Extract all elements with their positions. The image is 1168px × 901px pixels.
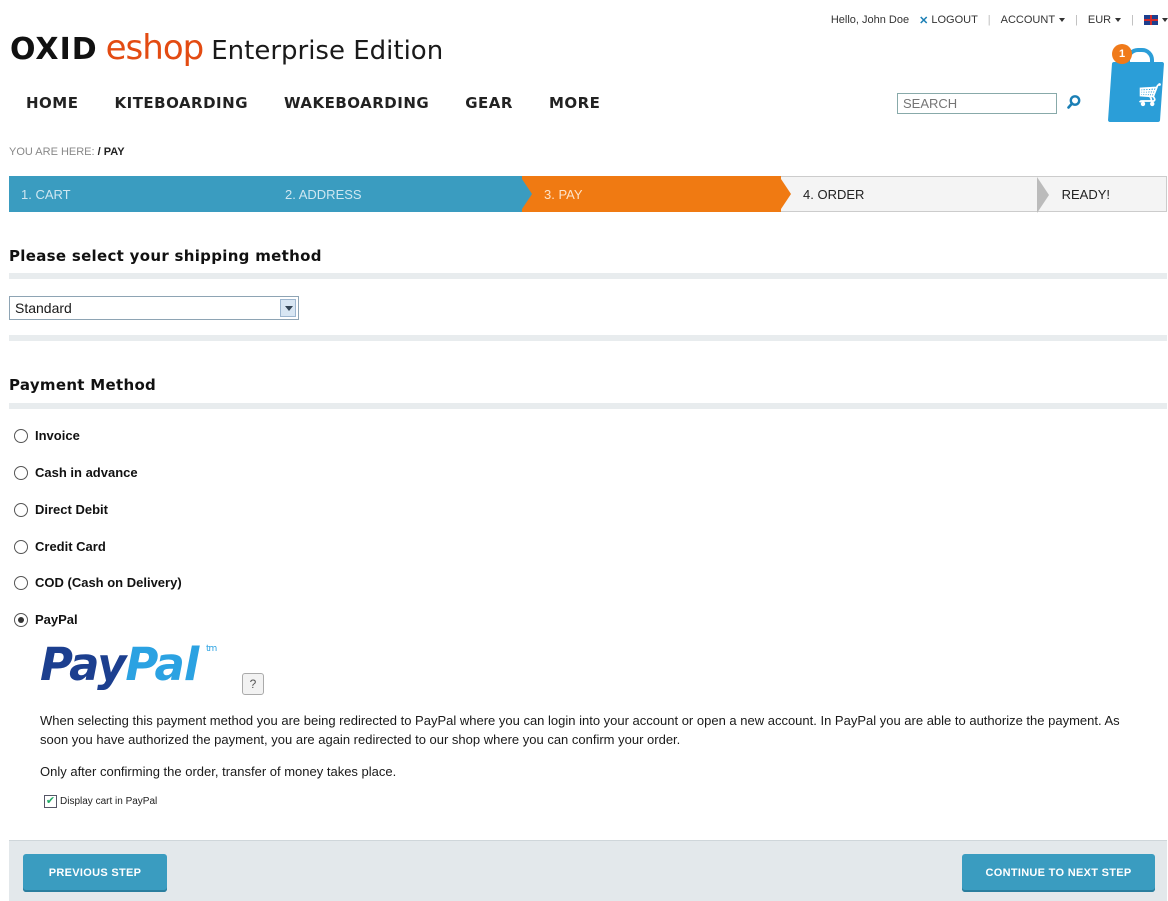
- checkout-steps: 1. CART 2. ADDRESS 3. PAY 4. ORDER READY…: [9, 176, 1167, 213]
- payment-option-label: Invoice: [35, 428, 80, 443]
- paypal-logo: PayPal tm: [40, 638, 217, 691]
- radio-button[interactable]: [14, 539, 28, 554]
- step-label: 1. CART: [21, 186, 71, 202]
- logo-oxid: OXID: [10, 32, 98, 67]
- cart-icon: 🛒︎: [1136, 82, 1164, 107]
- payment-option-cash-in-advance[interactable]: Cash in advance: [14, 465, 138, 480]
- radio-button-selected[interactable]: [14, 612, 28, 627]
- caret-down-icon: [1162, 18, 1168, 23]
- greeting-text: Hello, John Doe: [830, 14, 910, 26]
- nav-item-more[interactable]: MORE: [549, 94, 600, 112]
- step-order: 4. ORDER: [781, 176, 1049, 213]
- step-pay: 3. PAY: [522, 176, 791, 212]
- paypal-description: When selecting this payment method you a…: [40, 713, 1120, 747]
- payment-option-direct-debit[interactable]: Direct Debit: [14, 502, 108, 517]
- paypal-logo-pay: Pay: [40, 638, 126, 691]
- account-label: ACCOUNT: [1000, 14, 1056, 26]
- shopping-cart-button[interactable]: 🛒︎ 1: [1107, 44, 1168, 124]
- nav-item-home[interactable]: HOME: [26, 94, 78, 112]
- main-nav: HOME KITEBOARDING WAKEBOARDING GEAR MORE: [26, 94, 636, 112]
- currency-menu[interactable]: EUR: [1087, 14, 1122, 26]
- language-menu[interactable]: [1144, 14, 1168, 26]
- top-utility-bar: Hello, John Doe ✕ LOGOUT | ACCOUNT | EUR…: [831, 10, 1168, 30]
- logo-eshop: eshop: [105, 28, 205, 68]
- shipping-heading: Please select your shipping method: [9, 247, 322, 265]
- radio-button[interactable]: [14, 465, 28, 480]
- chevron-right-icon: [520, 176, 532, 212]
- chevron-right-icon: [779, 176, 791, 212]
- separator: |: [1075, 14, 1078, 26]
- checkout-footer: PREVIOUS STEP CONTINUE TO NEXT STEP: [9, 840, 1167, 901]
- radio-button[interactable]: [14, 575, 28, 590]
- step-address[interactable]: 2. ADDRESS: [263, 176, 532, 212]
- payment-option-cod[interactable]: COD (Cash on Delivery): [14, 575, 182, 590]
- payment-option-label: PayPal: [35, 612, 78, 627]
- shop-logo[interactable]: OXID eshop Enterprise Edition: [10, 28, 443, 68]
- payment-option-invoice[interactable]: Invoice: [14, 428, 80, 443]
- breadcrumb: YOU ARE HERE: / PAY: [9, 146, 125, 158]
- divider: [9, 273, 1167, 279]
- payment-option-label: COD (Cash on Delivery): [35, 575, 182, 590]
- uk-flag-icon: [1144, 15, 1158, 26]
- chevron-right-icon: [261, 176, 273, 212]
- chevron-down-icon: [280, 299, 296, 317]
- payment-heading: Payment Method: [9, 376, 157, 394]
- separator: |: [1131, 14, 1134, 26]
- payment-option-paypal[interactable]: PayPal: [14, 612, 78, 627]
- shipping-selected-value: Standard: [15, 300, 72, 316]
- payment-option-label: Credit Card: [35, 539, 106, 554]
- shipping-method-select[interactable]: Standard: [9, 296, 299, 320]
- nav-item-kiteboarding[interactable]: KITEBOARDING: [114, 94, 248, 112]
- display-cart-label: Display cart in PayPal: [60, 796, 158, 807]
- step-label: 2. ADDRESS: [285, 186, 362, 202]
- caret-down-icon: [1059, 18, 1066, 23]
- logo-edition: Enterprise Edition: [211, 36, 444, 66]
- step-label: 4. ORDER: [803, 186, 865, 202]
- account-menu[interactable]: ACCOUNT: [1000, 14, 1066, 26]
- step-label: READY!: [1061, 186, 1110, 202]
- paypal-logo-pal: Pal: [125, 638, 199, 691]
- logout-link[interactable]: LOGOUT: [931, 14, 977, 26]
- display-cart-checkbox-row[interactable]: ✔ Display cart in PayPal: [44, 795, 157, 808]
- checkbox-checked[interactable]: ✔: [44, 795, 57, 808]
- payment-option-credit-card[interactable]: Credit Card: [14, 539, 106, 554]
- step-label: 3. PAY: [544, 186, 583, 202]
- step-cart[interactable]: 1. CART: [9, 176, 273, 212]
- breadcrumb-label: YOU ARE HERE:: [9, 146, 95, 158]
- previous-step-button[interactable]: PREVIOUS STEP: [23, 854, 167, 892]
- caret-down-icon: [1115, 18, 1122, 23]
- payment-option-label: Cash in advance: [35, 465, 138, 480]
- close-icon[interactable]: ✕: [919, 14, 928, 27]
- continue-button[interactable]: CONTINUE TO NEXT STEP: [962, 854, 1155, 892]
- currency-label: EUR: [1087, 14, 1112, 26]
- separator: |: [987, 14, 991, 26]
- divider: [9, 403, 1167, 409]
- trademark-mark: tm: [206, 644, 217, 654]
- paypal-note: Only after confirming the order, transfe…: [40, 764, 397, 779]
- radio-button[interactable]: [14, 428, 28, 443]
- divider: [9, 335, 1167, 341]
- search-icon[interactable]: [1066, 94, 1082, 110]
- nav-item-wakeboarding[interactable]: WAKEBOARDING: [284, 94, 429, 112]
- nav-item-gear[interactable]: GEAR: [465, 94, 513, 112]
- cart-count-badge: 1: [1112, 44, 1132, 64]
- chevron-right-icon: [1037, 177, 1049, 213]
- search-input[interactable]: [897, 93, 1057, 114]
- breadcrumb-current: / PAY: [94, 146, 125, 158]
- step-ready: READY!: [1039, 176, 1167, 212]
- help-button[interactable]: ?: [242, 673, 264, 695]
- payment-option-label: Direct Debit: [35, 502, 108, 517]
- radio-button[interactable]: [14, 502, 28, 517]
